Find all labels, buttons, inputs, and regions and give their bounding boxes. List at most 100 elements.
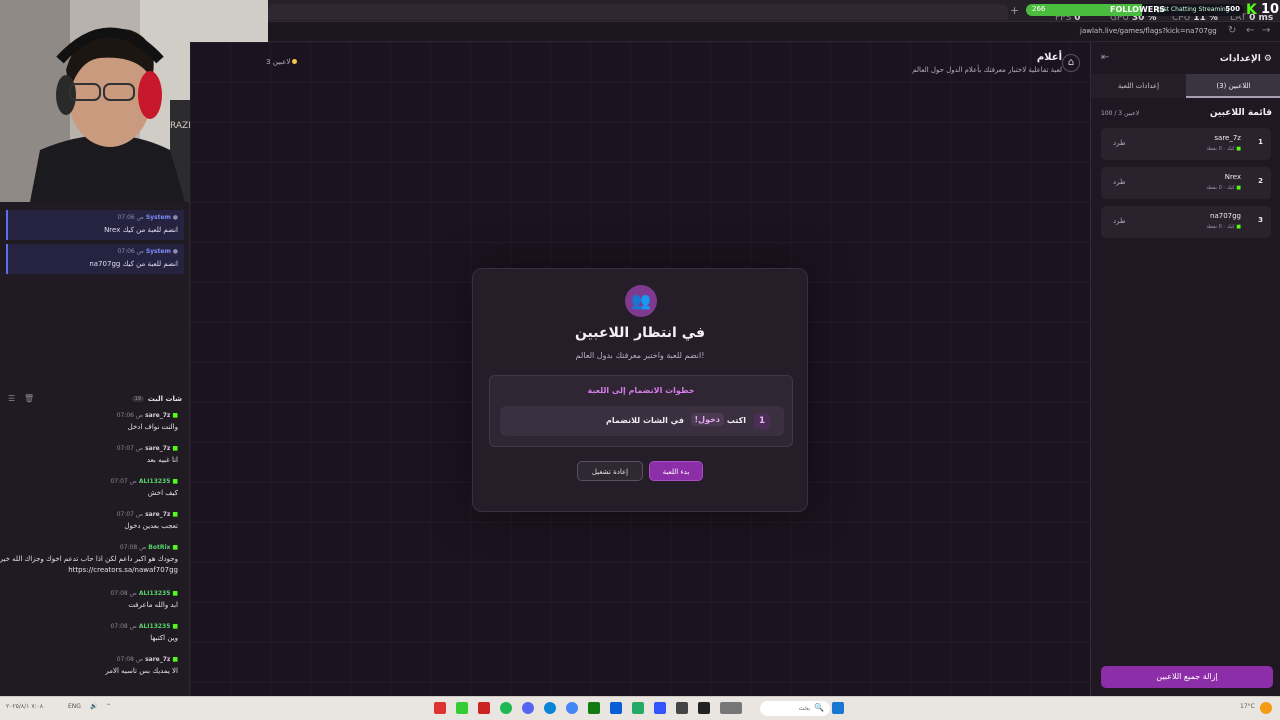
app-icon[interactable] (456, 702, 468, 714)
xbox-icon[interactable] (588, 702, 600, 714)
home-icon: ⌂ (1067, 57, 1075, 68)
kick-icon: ■ (172, 656, 178, 663)
chat-username: ALI13235 (138, 623, 171, 630)
windows-start-icon[interactable] (832, 702, 844, 714)
chat-message: 07:07 ص sare_7z ■ تعجب بعدين دخول (116, 511, 178, 530)
modal-title: في انتظار اللاعبين (574, 325, 706, 341)
chat-text: ابد والله ماعرفت (128, 601, 178, 609)
kick-logo-icon: K (1246, 2, 1257, 18)
address-bar[interactable]: jawlah.live/games/flags?kick=na707gg ↻ ←… (268, 22, 1280, 42)
waiting-modal: 👥 في انتظار اللاعبين انضم للعبة واختبر م… (472, 268, 808, 512)
chat-text: تعجب بعدين دخول (124, 522, 178, 530)
search-icon: 🔍 (814, 703, 824, 712)
kick-icon: ■ (1236, 146, 1241, 152)
spotify-icon[interactable] (500, 702, 512, 714)
kick-icon: ■ (172, 623, 178, 630)
kick-icon: ■ (1236, 185, 1241, 191)
chat-column: 07:06 ص System ● Nrex انضم للعبة من كيك … (0, 202, 190, 696)
app-icon[interactable] (478, 702, 490, 714)
chat-username: sare_7z (145, 656, 171, 663)
followers-label: FOLLOWERS (1110, 5, 1166, 14)
stream-chat-header: ☰ 🗑 19 شات البث (0, 392, 190, 408)
settings-title: الإعدادات ⚙ (1219, 54, 1272, 64)
chat-message: 07:07 ص ALI13235 ■ كيف اخش (110, 478, 178, 497)
kick-player-button[interactable]: طرد (1113, 178, 1126, 186)
step-number: 1 (754, 413, 770, 429)
chat-username: ALI13235 (138, 590, 171, 597)
chat-text: والنت نواف ادخل (127, 423, 178, 431)
app-icon[interactable] (434, 702, 446, 714)
player-name: na707gg (1210, 212, 1241, 220)
join-step: 1 اكتب !دخول في الشات للانضمام (500, 406, 784, 436)
game-stage: 3 لاعبين أعلام لعبة تفاعلية لاختبار معرف… (190, 42, 1090, 696)
app-icon[interactable] (632, 702, 644, 714)
app-icon[interactable] (698, 702, 710, 714)
chat-text: كيف اخش (147, 489, 178, 497)
forward-icon[interactable]: → (1262, 25, 1270, 36)
kick-icon: ■ (172, 511, 178, 518)
chat-text: انا غبيه بعد (146, 456, 178, 464)
collapse-panel-icon[interactable]: ⇤ (1101, 52, 1109, 63)
chat-count-badge: 19 (131, 396, 144, 402)
chrome-icon[interactable] (566, 702, 578, 714)
taskbar-search[interactable]: بحث 🔍 (760, 701, 830, 716)
kick-player-button[interactable]: طرد (1113, 217, 1126, 225)
app-icon[interactable] (676, 702, 688, 714)
gear-icon: ⚙ (1263, 54, 1272, 64)
remove-all-players-button[interactable]: إزالة جميع اللاعبين (1101, 666, 1273, 688)
chat-text: وجودك هو اكبر داعم لكن اذا حاب تدعم اخوك… (0, 555, 178, 563)
chat-message: 07:06 ص sare_7z ■ والنت نواف ادخل (116, 412, 178, 431)
home-button[interactable]: ⌂ (1062, 54, 1080, 72)
kick-player-button[interactable]: طرد (1113, 139, 1126, 147)
chat-link[interactable]: https://creators.sa/nawaf707gg (68, 566, 178, 574)
app-icon[interactable] (720, 702, 742, 714)
weather-readout: 17°C (1240, 703, 1255, 710)
chat-text: الا يمديك بس تاسيه الامر (105, 667, 178, 675)
game-title: أعلام (1036, 52, 1062, 63)
list-icon[interactable]: ☰ (8, 394, 15, 403)
kick-icon: ■ (172, 412, 178, 419)
kick-icon: ■ (172, 590, 178, 597)
tray-chevron-icon[interactable]: ⌃ (106, 703, 111, 710)
discord-icon[interactable] (522, 702, 534, 714)
app-icon[interactable] (654, 702, 666, 714)
player-name: sare_7z (1214, 134, 1241, 142)
player-index: 3 (1258, 216, 1263, 224)
chat-message: 07:07 ص sare_7z ■ انا غبيه بعد (116, 445, 178, 464)
url-text[interactable]: jawlah.live/games/flags?kick=na707gg (1080, 27, 1217, 35)
settings-panel: ⇤ الإعدادات ⚙ إعدادات اللعبة اللاعبين (3… (1090, 42, 1280, 696)
weather-icon (1260, 702, 1272, 714)
chat-username: sare_7z (145, 511, 171, 518)
player-name: Nrex (1224, 173, 1241, 181)
volume-icon[interactable]: 🔊 (90, 703, 97, 710)
steps-title: خطوات الانضمام إلى اللعبة (587, 386, 695, 395)
game-subtitle: لعبة تفاعلية لاختبار معرفتك بأعلام الدول… (912, 66, 1062, 74)
chat-message: 07:08 ص ALI13235 ■ ابد والله ماعرفت (110, 590, 178, 609)
players-list-title: قائمة اللاعبين (1209, 108, 1272, 118)
tab-game-settings[interactable]: إعدادات اللعبة (1091, 74, 1186, 98)
kick-icon: ■ (172, 478, 178, 485)
player-meta: كيك · 0 نقطة ■ (1206, 146, 1241, 152)
followers-count: 266 (1032, 5, 1046, 13)
restart-button[interactable]: إعادة تشغيل (577, 461, 643, 481)
back-icon[interactable]: ← (1246, 25, 1254, 36)
new-tab-icon[interactable]: + (1010, 4, 1019, 17)
language-indicator[interactable]: ENG (68, 703, 81, 710)
player-index: 2 (1258, 177, 1263, 185)
chat-message: 07:08 ص ALI13235 ■ وين اكتبها (110, 623, 178, 642)
edge-icon[interactable] (544, 702, 556, 714)
browser-tab-strip[interactable] (268, 4, 1008, 20)
trash-icon[interactable]: 🗑 (24, 394, 34, 403)
settings-tabs: إعدادات اللعبة اللاعبين (3) (1091, 74, 1280, 98)
chat-username: sare_7z (145, 445, 171, 452)
tab-players[interactable]: اللاعبين (3) (1186, 74, 1280, 98)
chat-title: شات البث (147, 395, 182, 403)
start-game-button[interactable]: بدء اللعبة (649, 461, 703, 481)
step-keyword: !دخول (690, 413, 724, 426)
app-icon[interactable] (610, 702, 622, 714)
players-list-count: 100 / 3 لاعبين (1101, 110, 1140, 117)
windows-taskbar: ٧:٠٨ ٢٠٢٥/٨/١ ENG 🔊 ⌃ بحث 🔍 17°C (0, 696, 1280, 720)
reload-icon[interactable]: ↻ (1228, 25, 1236, 36)
chat-username: ALI13235 (138, 478, 171, 485)
followers-goal: 500 (1225, 5, 1240, 13)
